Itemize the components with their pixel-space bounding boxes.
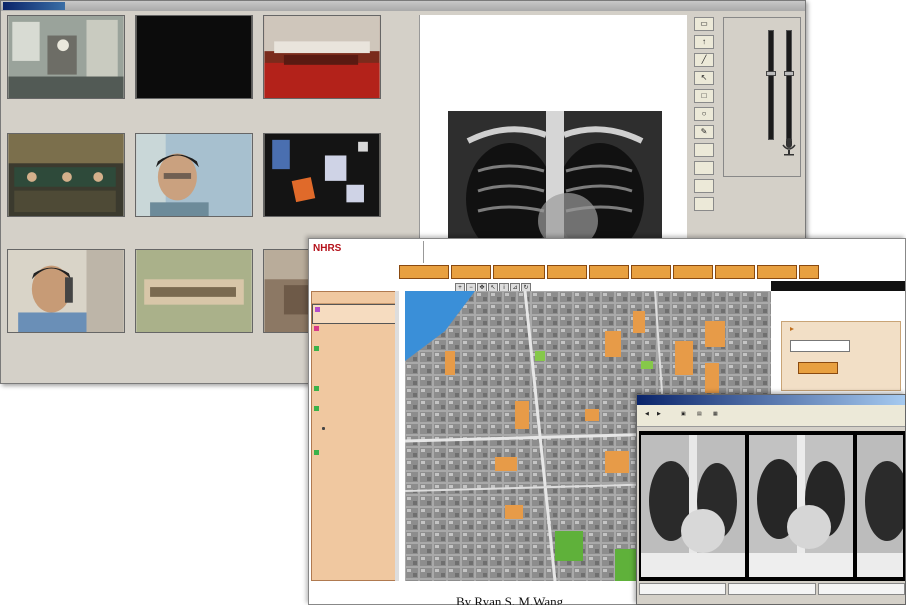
print-icon[interactable]: ▤ xyxy=(697,411,702,417)
annotation-toolbar: ▭ ↑ ╱ ↖ □ ○ ✎ xyxy=(691,17,717,215)
sidebar-scrollbar[interactable] xyxy=(395,291,399,581)
video-feed-subcaption xyxy=(7,341,125,347)
chest-xray-thumbnail[interactable] xyxy=(641,435,745,577)
layer-color-icon xyxy=(314,406,319,411)
empty-video xyxy=(135,15,253,99)
logo-text-latin: NHRS xyxy=(313,243,342,254)
video-feed-subcaption xyxy=(7,107,125,113)
tool-button[interactable] xyxy=(694,179,714,193)
image-caption-bar xyxy=(639,583,905,595)
video-feed-tile[interactable] xyxy=(263,133,381,231)
layer-color-icon xyxy=(315,307,320,312)
video-feed-tile[interactable] xyxy=(7,133,125,231)
document-share-video xyxy=(263,133,381,217)
image-caption xyxy=(817,583,905,595)
pen-icon[interactable]: ✎ xyxy=(694,125,714,139)
tool-button[interactable] xyxy=(694,197,714,211)
image-compare-window: ◀ ▶ ▣ ▤ ▦ xyxy=(636,394,906,605)
nav-button[interactable] xyxy=(631,265,671,279)
window-title-bar xyxy=(1,1,805,11)
video-feed-subcaption xyxy=(135,225,253,231)
sidebar-item[interactable] xyxy=(312,384,396,404)
layer-color-icon xyxy=(314,366,319,371)
window-title xyxy=(637,395,905,405)
arrow-up-icon[interactable]: ↑ xyxy=(694,35,714,49)
audio-levels-panel xyxy=(723,17,801,177)
image-caption xyxy=(639,583,727,595)
phone-call-video xyxy=(7,249,125,333)
sidebar-item[interactable] xyxy=(312,364,396,384)
nav-button[interactable] xyxy=(399,265,449,279)
query-header-strip xyxy=(771,281,905,291)
video-feed-subcaption xyxy=(135,107,253,113)
slider-thumb[interactable] xyxy=(784,71,794,76)
sidebar-item[interactable] xyxy=(312,324,396,344)
ellipse-icon[interactable]: ○ xyxy=(694,107,714,121)
xray-compare-area xyxy=(639,431,905,581)
bullet-icon xyxy=(322,427,325,430)
rectangle-icon[interactable]: □ xyxy=(694,89,714,103)
person-video xyxy=(135,133,253,217)
sidebar-item[interactable] xyxy=(312,404,396,424)
nav-button[interactable] xyxy=(799,265,819,279)
volume-slider-left[interactable] xyxy=(766,30,776,140)
nav-button[interactable] xyxy=(493,265,545,279)
open-icon[interactable]: ▭ xyxy=(694,17,714,31)
main-nav xyxy=(399,265,819,279)
query-submit-button[interactable] xyxy=(798,362,838,374)
meeting-room-video xyxy=(7,15,125,99)
layer-color-icon xyxy=(314,386,319,391)
video-feed-tile[interactable] xyxy=(135,249,253,347)
author-byline: By Ryan S. M.Wang xyxy=(456,594,564,605)
forward-icon[interactable]: ▶ xyxy=(657,411,661,417)
microphone-icon[interactable] xyxy=(780,136,798,156)
nav-button[interactable] xyxy=(589,265,629,279)
video-feed-subcaption xyxy=(7,225,125,231)
slider-thumb[interactable] xyxy=(766,71,776,76)
query-box xyxy=(781,321,901,391)
sidebar-item[interactable] xyxy=(312,344,396,364)
video-feed-subcaption xyxy=(263,225,381,231)
nav-button[interactable] xyxy=(757,265,797,279)
sidebar-item[interactable] xyxy=(312,448,396,468)
layer-color-icon xyxy=(314,346,319,351)
sidebar-title xyxy=(312,292,396,304)
volume-slider-right[interactable] xyxy=(784,30,794,140)
nav-button[interactable] xyxy=(451,265,491,279)
chest-xray-thumbnail[interactable] xyxy=(749,435,853,577)
video-feed-tile[interactable] xyxy=(135,133,253,231)
chest-xray-thumbnail[interactable] xyxy=(857,435,903,577)
video-feed-subcaption xyxy=(263,107,381,113)
query-input[interactable] xyxy=(790,340,850,352)
video-feed-tile[interactable] xyxy=(263,15,381,113)
pointer-icon[interactable]: ↖ xyxy=(694,71,714,85)
conference-hall-video xyxy=(263,15,381,99)
grid-icon[interactable]: ▦ xyxy=(713,411,718,417)
video-feed-tile[interactable] xyxy=(7,15,125,113)
line-icon[interactable]: ╱ xyxy=(694,53,714,67)
name-plate-video xyxy=(135,249,253,333)
nav-button[interactable] xyxy=(673,265,713,279)
video-feed-tile[interactable] xyxy=(135,15,253,113)
viewer-toolbar: ◀ ▶ ▣ ▤ ▦ xyxy=(637,405,905,427)
tool-button[interactable] xyxy=(694,161,714,175)
window-title-tab[interactable] xyxy=(3,2,65,10)
tool-button[interactable] xyxy=(694,143,714,157)
chest-xray-image xyxy=(448,111,662,251)
header-divider xyxy=(423,241,424,263)
site-logo[interactable]: NHRS xyxy=(313,243,341,254)
back-icon[interactable]: ◀ xyxy=(645,411,649,417)
layer-color-icon xyxy=(314,326,319,331)
sidebar-item[interactable] xyxy=(312,304,396,324)
nav-button[interactable] xyxy=(715,265,755,279)
image-caption xyxy=(728,583,816,595)
classroom-video xyxy=(7,133,125,217)
layer-color-icon xyxy=(314,450,319,455)
save-icon[interactable]: ▣ xyxy=(681,411,686,417)
video-feed-subcaption xyxy=(135,341,253,347)
video-feed-tile[interactable] xyxy=(7,249,125,347)
nav-button[interactable] xyxy=(547,265,587,279)
query-panel xyxy=(771,281,905,401)
layer-sidebar xyxy=(311,291,397,581)
